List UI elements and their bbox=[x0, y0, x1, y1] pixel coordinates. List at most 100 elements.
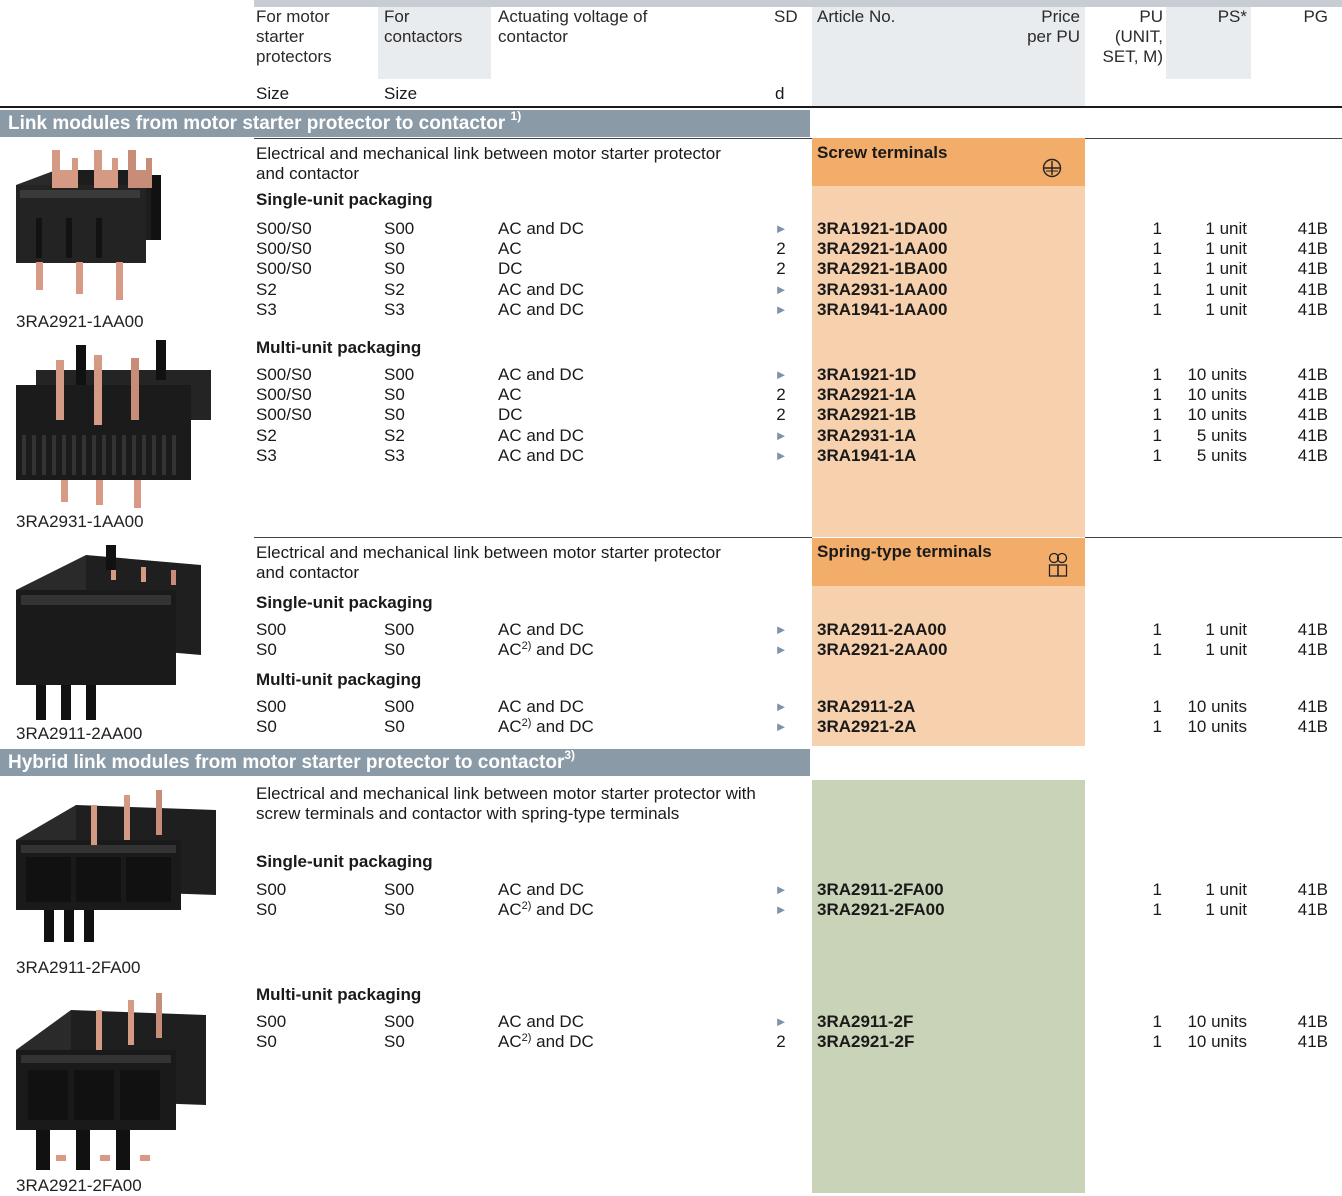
row-ps: 10 units bbox=[1187, 697, 1247, 716]
header-rule bbox=[0, 106, 1342, 108]
row-voltage: AC and DC bbox=[498, 365, 584, 384]
row-motor-size: S00 bbox=[256, 697, 287, 716]
row-pu: 1 bbox=[1152, 880, 1162, 899]
voltage-footnote: 2) bbox=[521, 640, 532, 653]
row-article-number: 3RA2931-1A bbox=[817, 425, 917, 445]
delivery-arrow-icon: ► bbox=[774, 1014, 788, 1029]
row-pu: 1 bbox=[1152, 1032, 1162, 1052]
row-contactor-size: S0 bbox=[384, 239, 405, 259]
row-motor-size: S0 bbox=[256, 1032, 277, 1052]
group2-multi-label: Multi-unit packaging bbox=[256, 670, 422, 689]
row-voltage: DC bbox=[498, 259, 523, 279]
row-contactor-size: S3 bbox=[384, 299, 405, 319]
row-pg: 41B bbox=[1297, 239, 1328, 259]
header-contactors: For contactors bbox=[384, 7, 463, 47]
row-article-number: 3RA2921-2F bbox=[817, 1032, 915, 1052]
row-motor-size: S2 bbox=[256, 279, 277, 299]
row-article-number: 3RA2911-2A bbox=[817, 697, 916, 716]
row-voltage: AC and DC bbox=[498, 445, 584, 465]
row-pu: 1 bbox=[1152, 219, 1162, 238]
header-pu: PU (UNIT, SET, M) bbox=[1102, 7, 1163, 67]
group2-rule-right bbox=[1085, 537, 1342, 538]
row-pg: 41B bbox=[1297, 697, 1328, 716]
header-article: Article No. bbox=[817, 7, 896, 26]
row-delivery-days: 2 bbox=[776, 239, 786, 259]
row-motor-size: S0 bbox=[256, 900, 277, 920]
row-ps: 10 units bbox=[1187, 1032, 1247, 1052]
row-delivery-days: 2 bbox=[776, 259, 786, 279]
row-article-number: 3RA2921-2AA00 bbox=[817, 640, 948, 660]
row-pg: 41B bbox=[1297, 1032, 1328, 1052]
row-ps: 10 units bbox=[1187, 365, 1247, 384]
group2-single-label: Single-unit packaging bbox=[256, 593, 433, 612]
row-ps: 1 unit bbox=[1205, 219, 1247, 238]
header-size-2: Size bbox=[384, 84, 418, 103]
row-contactor-size: S0 bbox=[384, 640, 405, 660]
row-motor-size: S3 bbox=[256, 445, 277, 465]
voltage-ac: AC bbox=[498, 640, 522, 660]
header-top-bar bbox=[254, 0, 1342, 7]
row-pg: 41B bbox=[1297, 425, 1328, 445]
group2-description: Electrical and mechanical link between m… bbox=[256, 543, 721, 583]
row-voltage: AC and DC bbox=[498, 697, 584, 716]
row-motor-size: S00/S0 bbox=[256, 259, 312, 279]
row-pu: 1 bbox=[1152, 239, 1162, 259]
row-ps: 5 units bbox=[1196, 425, 1247, 445]
row-ps: 1 unit bbox=[1205, 279, 1247, 299]
screw-terminal-icon bbox=[1042, 158, 1062, 178]
section2-description: Electrical and mechanical link between m… bbox=[256, 784, 756, 824]
row-motor-size: S00 bbox=[256, 880, 287, 899]
row-motor-size: S00/S0 bbox=[256, 385, 312, 405]
voltage-ac: AC bbox=[498, 900, 522, 920]
row-ps: 1 unit bbox=[1205, 259, 1247, 279]
row-article-number: 3RA2921-1A bbox=[817, 385, 917, 405]
row-pg: 41B bbox=[1297, 385, 1328, 405]
row-pg: 41B bbox=[1297, 640, 1328, 660]
row-motor-size: S00/S0 bbox=[256, 365, 312, 384]
voltage-footnote: 2) bbox=[521, 717, 532, 730]
row-pu: 1 bbox=[1152, 405, 1162, 425]
header-pg: PG bbox=[1303, 7, 1328, 26]
delivery-arrow-icon: ► bbox=[774, 699, 788, 714]
row-article-number: 3RA2911-2F bbox=[817, 1012, 914, 1031]
section2-multi-label: Multi-unit packaging bbox=[256, 985, 422, 1004]
row-delivery-days: 2 bbox=[776, 385, 786, 405]
row-contactor-size: S2 bbox=[384, 279, 405, 299]
delivery-arrow-icon: ► bbox=[774, 447, 788, 463]
row-voltage: AC2) and DC bbox=[498, 1032, 594, 1052]
row-voltage: AC and DC bbox=[498, 425, 584, 445]
group1-rule-left bbox=[254, 138, 812, 139]
row-contactor-size: S0 bbox=[384, 900, 405, 920]
row-pg: 41B bbox=[1297, 279, 1328, 299]
row-pg: 41B bbox=[1297, 299, 1328, 319]
row-contactor-size: S3 bbox=[384, 445, 405, 465]
delivery-arrow-icon: ► bbox=[774, 902, 788, 918]
row-contactor-size: S00 bbox=[384, 880, 415, 899]
voltage-dc: and DC bbox=[531, 1032, 594, 1052]
row-voltage: AC and DC bbox=[498, 219, 584, 238]
row-pu: 1 bbox=[1152, 717, 1162, 737]
caption-3RA2921-2FA00: 3RA2921-2FA00 bbox=[16, 1176, 142, 1195]
delivery-arrow-icon: ► bbox=[774, 281, 788, 297]
delivery-arrow-icon: ► bbox=[774, 622, 788, 637]
group1-description: Electrical and mechanical link between m… bbox=[256, 144, 721, 184]
header-sd-unit: d bbox=[775, 84, 785, 103]
voltage-footnote: 2) bbox=[521, 1032, 532, 1045]
row-ps: 10 units bbox=[1187, 405, 1247, 425]
row-ps: 1 unit bbox=[1205, 640, 1247, 660]
row-voltage: AC2) and DC bbox=[498, 640, 594, 660]
caption-3RA2921-1AA00: 3RA2921-1AA00 bbox=[16, 312, 144, 331]
hybrid-article-bg bbox=[812, 780, 1085, 1193]
row-pg: 41B bbox=[1297, 880, 1328, 899]
row-article-number: 3RA2921-1AA00 bbox=[817, 239, 948, 259]
header-price: Price per PU bbox=[1027, 7, 1080, 47]
row-motor-size: S0 bbox=[256, 640, 277, 660]
row-motor-size: S3 bbox=[256, 299, 277, 319]
delivery-arrow-icon: ► bbox=[774, 882, 788, 897]
row-pu: 1 bbox=[1152, 259, 1162, 279]
row-article-number: 3RA2931-1AA00 bbox=[817, 279, 948, 299]
section-title-link-modules: Link modules from motor starter protecto… bbox=[0, 110, 810, 137]
row-voltage: AC bbox=[498, 385, 522, 405]
voltage-ac: AC bbox=[498, 1032, 522, 1052]
row-pu: 1 bbox=[1152, 1012, 1162, 1031]
